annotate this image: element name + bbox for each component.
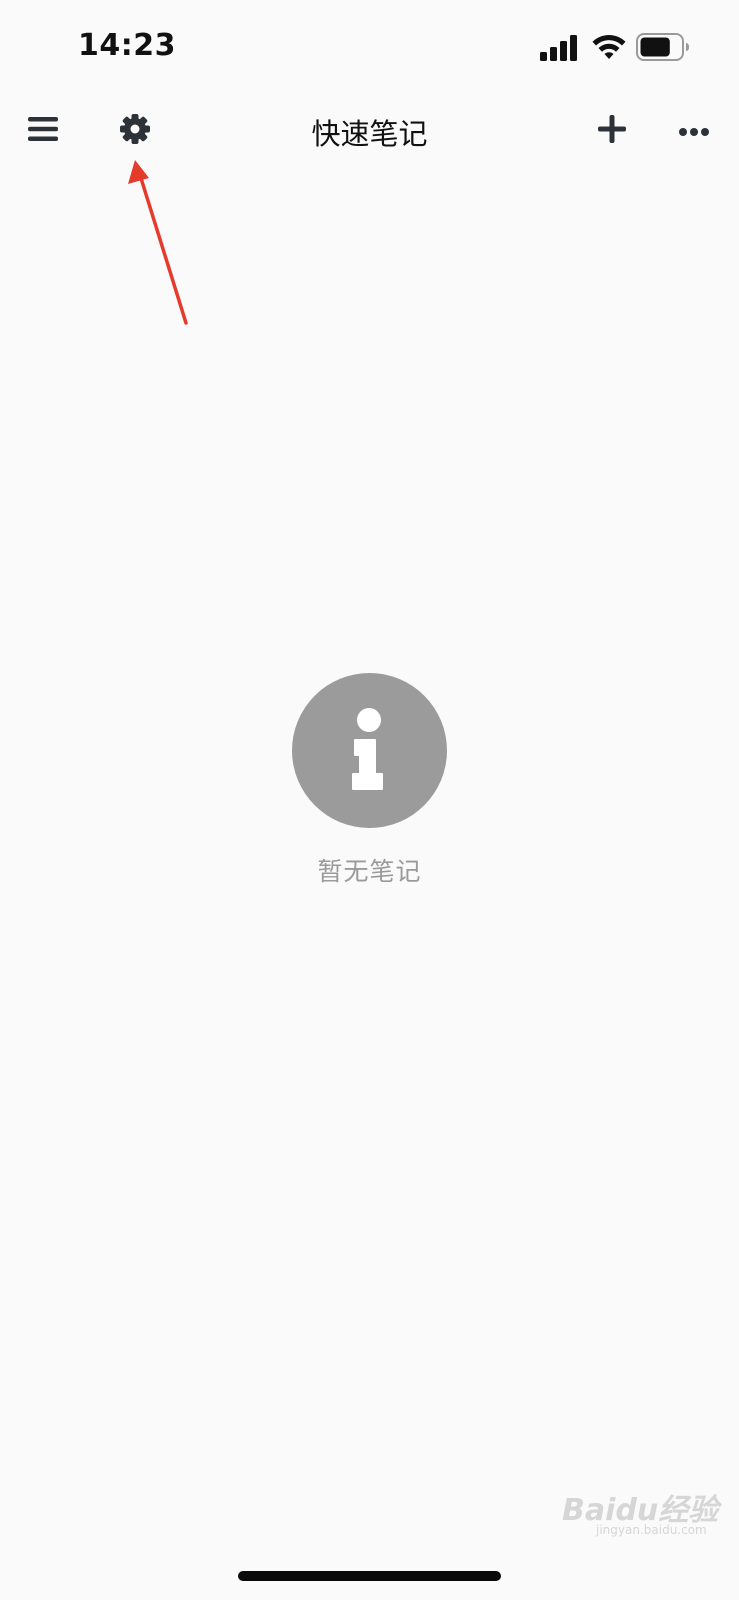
add-note-button[interactable] xyxy=(590,109,634,153)
cellular-signal-icon xyxy=(540,35,580,65)
plus-icon xyxy=(598,115,626,147)
app-screen: 14:23 快速笔记 暂无笔记 Baidu经验 jingyan.baidu.co… xyxy=(0,0,739,1600)
watermark-url: jingyan.baidu.com xyxy=(596,1523,707,1537)
info-icon xyxy=(292,673,447,828)
battery-icon xyxy=(636,33,690,65)
status-bar: 14:23 xyxy=(0,0,739,90)
wifi-icon xyxy=(592,33,626,65)
status-time: 14:23 xyxy=(78,28,176,63)
nav-bar: 快速笔记 xyxy=(0,95,739,165)
more-options-button[interactable] xyxy=(672,109,716,153)
home-indicator[interactable] xyxy=(238,1571,501,1581)
ellipsis-icon xyxy=(679,122,709,141)
annotation-arrow xyxy=(120,150,200,334)
empty-state-message: 暂无笔记 xyxy=(317,857,422,886)
